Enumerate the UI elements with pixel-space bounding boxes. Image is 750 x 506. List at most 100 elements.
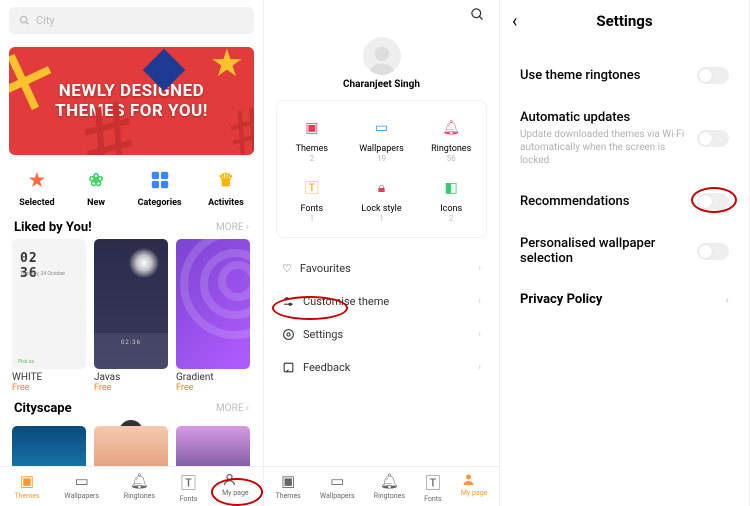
nav-mypage[interactable]: My page [222, 472, 249, 503]
bell-icon: 🔔︎ [374, 472, 405, 490]
username: Charanjeet Singh [264, 79, 499, 90]
avatar[interactable] [363, 37, 401, 75]
theme-thumbnail: 0236 Tuesday, 24 October Pick us [12, 239, 86, 369]
sliders-icon [282, 295, 295, 308]
theme-card[interactable]: Gradient Free [176, 239, 250, 393]
mini-count: 2 [416, 214, 486, 223]
more-link[interactable]: MORE › [216, 403, 249, 414]
page-title: Settings [596, 12, 652, 30]
nav-themes[interactable]: ▣ Themes [14, 472, 39, 503]
nav-label: Wallpapers [320, 492, 355, 500]
row-automatic-updates[interactable]: Automatic updates Update downloaded them… [520, 97, 729, 180]
row-label: Recommendations [520, 194, 697, 209]
bottom-nav: ▣ Themes ▭ Wallpapers 🔔︎ Ringtones 🅃 Fon… [0, 466, 263, 506]
quick-selected[interactable]: ★ Selected [19, 165, 54, 208]
mini-label: Lock style [347, 204, 417, 214]
section-title: Cityscape [14, 401, 72, 416]
icons-icon: ◧ [438, 175, 464, 201]
toggle[interactable] [697, 67, 729, 84]
nav-label: My page [461, 489, 488, 497]
promo-banner[interactable]: ✕ # # ★ NEWLY DESIGNED THEMES FOR YOU! [9, 47, 254, 155]
downloads-grid: ▣ Themes 2 ▭ Wallpapers 19 🔔︎ Ringtones … [276, 100, 487, 238]
nav-fonts[interactable]: 🅃 Fonts [424, 472, 442, 503]
nav-ringtones[interactable]: 🔔︎ Ringtones [374, 472, 405, 503]
banner-decoration: # [218, 93, 254, 155]
chevron-right-icon: › [725, 293, 729, 307]
person-icon [461, 472, 488, 487]
mini-count: 56 [416, 154, 486, 163]
leaf-icon: ❀ [81, 165, 111, 195]
bottom-nav: ▣ Themes ▭ Wallpapers 🔔︎ Ringtones 🅃 Fon… [264, 466, 499, 506]
mini-label: Icons [416, 204, 486, 214]
theme-row: 0236 Tuesday, 24 October Pick us WHITE F… [0, 239, 263, 393]
chevron-right-icon: › [478, 263, 481, 274]
row-use-theme-ringtones[interactable]: Use theme ringtones [520, 54, 729, 97]
row-feedback[interactable]: Feedback › [276, 351, 487, 384]
quick-categories[interactable]: Categories [138, 165, 182, 208]
nav-wallpapers[interactable]: ▭ Wallpapers [64, 472, 99, 503]
theme-icon: ▣ [299, 115, 325, 141]
nav-wallpapers[interactable]: ▭ Wallpapers [320, 472, 355, 503]
row-customise[interactable]: Customise theme › [276, 285, 487, 318]
quick-label: Categories [138, 198, 182, 208]
mini-label: Ringtones [416, 144, 486, 154]
banner-decoration: ★ [210, 47, 244, 86]
grid-ringtones[interactable]: 🔔︎ Ringtones 56 [416, 109, 486, 169]
theme-card[interactable] [176, 426, 250, 466]
toggle[interactable] [697, 130, 729, 147]
quick-activities[interactable]: ♛ Activites [208, 165, 244, 208]
row-label: Customise theme [303, 295, 389, 308]
my-page-pane: Charanjeet Singh ▣ Themes 2 ▭ Wallpapers… [264, 0, 500, 506]
bell-icon: 🔔︎ [438, 115, 464, 141]
section-title: Liked by You! [14, 220, 92, 235]
wallpaper-icon: ▭ [320, 472, 355, 490]
row-favourites[interactable]: ♡ Favourites › [276, 252, 487, 285]
quick-label: Selected [19, 198, 54, 208]
grid-lockstyle[interactable]: 🔒︎ Lock style 1 [347, 169, 417, 229]
mini-count: 1 [277, 214, 347, 223]
theme-icon: ▣ [276, 472, 301, 490]
font-icon: 🅃 [180, 472, 198, 493]
feedback-icon [282, 361, 295, 374]
row-label: Favourites [300, 262, 351, 275]
theme-icon: ▣ [14, 472, 39, 490]
theme-card[interactable]: 0236 Tuesday, 24 October Pick us WHITE F… [12, 239, 86, 393]
theme-price: Free [12, 383, 86, 393]
theme-thumbnail: 02:36 [94, 239, 168, 369]
nav-fonts[interactable]: 🅃 Fonts [180, 472, 198, 503]
chevron-right-icon: › [478, 329, 481, 340]
search-input[interactable]: City [9, 7, 254, 34]
settings-list: Use theme ringtones Automatic updates Up… [500, 42, 749, 332]
heart-icon: ♡ [282, 262, 292, 275]
bell-icon: 🔔︎ [124, 472, 155, 490]
toggle[interactable] [697, 193, 729, 210]
row-personalised-wallpaper[interactable]: Personalised wallpaper selection [520, 223, 729, 279]
row-label: Privacy Policy [520, 292, 725, 307]
nav-mypage[interactable]: My page [461, 472, 488, 503]
settings-pane: ‹ Settings Use theme ringtones Automatic… [500, 0, 750, 506]
quick-links: ★ Selected ❀ New Categories ♛ Activites [0, 155, 263, 212]
settings-header: ‹ Settings [500, 0, 749, 42]
theme-price: Free [176, 383, 250, 393]
grid-themes[interactable]: ▣ Themes 2 [277, 109, 347, 169]
theme-card[interactable]: ︿ [94, 426, 168, 466]
row-settings[interactable]: Settings › [276, 318, 487, 351]
mini-count: 19 [347, 154, 417, 163]
more-link[interactable]: MORE › [216, 222, 249, 233]
quick-new[interactable]: ❀ New [81, 165, 111, 208]
grid-icons[interactable]: ◧ Icons 2 [416, 169, 486, 229]
nav-themes[interactable]: ▣ Themes [276, 472, 301, 503]
grid-fonts[interactable]: 🅃 Fonts 1 [277, 169, 347, 229]
theme-name: Javas [94, 372, 168, 383]
nav-ringtones[interactable]: 🔔︎ Ringtones [124, 472, 155, 503]
quick-label: Activites [208, 198, 244, 208]
chevron-right-icon: › [478, 296, 481, 307]
search-icon[interactable] [470, 7, 485, 22]
row-recommendations[interactable]: Recommendations [520, 180, 729, 223]
toggle[interactable] [697, 243, 729, 260]
theme-card[interactable] [12, 426, 86, 466]
row-privacy-policy[interactable]: Privacy Policy › [520, 279, 729, 320]
theme-card[interactable]: 02:36 Javas Free [94, 239, 168, 393]
grid-wallpapers[interactable]: ▭ Wallpapers 19 [347, 109, 417, 169]
back-button[interactable]: ‹ [512, 11, 517, 32]
